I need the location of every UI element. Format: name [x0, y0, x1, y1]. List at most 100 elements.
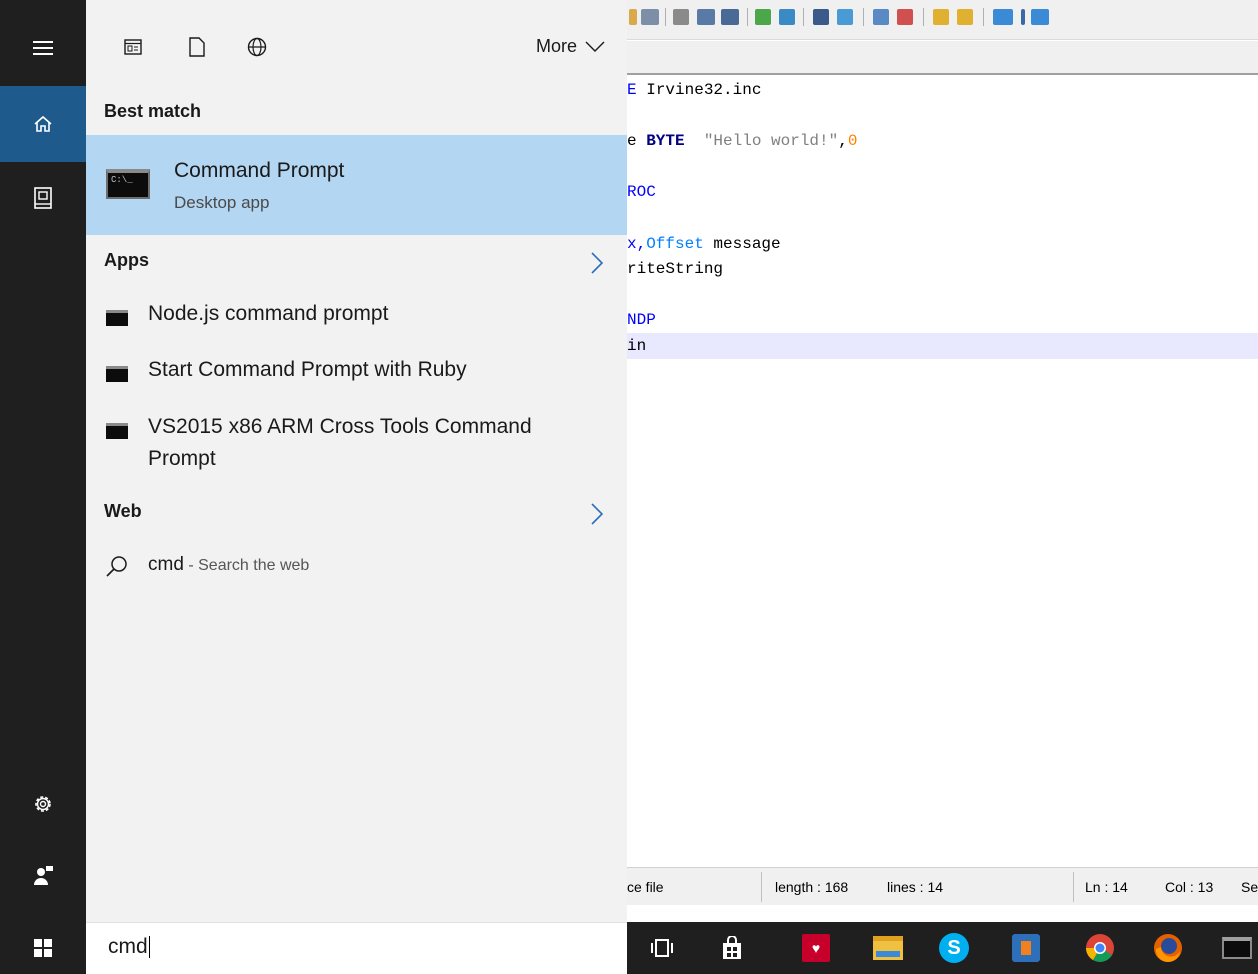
- status-lines: lines : 14: [887, 879, 944, 895]
- app-result-label: Node.js command prompt: [148, 302, 389, 325]
- best-match-result[interactable]: C:\_ Command Prompt Desktop app: [86, 135, 627, 235]
- search-icon: [106, 556, 127, 577]
- toolbar-icon[interactable]: [957, 9, 973, 25]
- notebook-button[interactable]: [0, 174, 86, 222]
- code-line[interactable]: E Irvine32.inc: [627, 77, 1258, 103]
- more-filters-dropdown[interactable]: More: [536, 36, 605, 57]
- document-icon: [189, 37, 205, 57]
- web-section-header[interactable]: Web: [86, 495, 627, 539]
- code-line[interactable]: ROC: [627, 179, 1258, 205]
- web-search-text: cmd - Search the web: [148, 554, 309, 576]
- code-token: in: [627, 337, 647, 355]
- status-file-type: ce file: [627, 879, 664, 895]
- best-match-subtitle: Desktop app: [174, 193, 270, 212]
- web-search-term: cmd: [148, 554, 184, 575]
- toolbar-separator: [665, 8, 666, 26]
- hamburger-menu-button[interactable]: [0, 24, 86, 72]
- file-explorer-button[interactable]: [862, 922, 914, 974]
- globe-icon: [247, 37, 267, 57]
- toolbar-icon[interactable]: [1031, 9, 1049, 25]
- toolbar-icon[interactable]: [697, 9, 715, 25]
- toolbar-icon[interactable]: [673, 9, 689, 25]
- toolbar-separator: [747, 8, 748, 26]
- editor-status-bar: ce file length : 168 lines : 14 Ln : 14 …: [627, 867, 1258, 905]
- code-line[interactable]: [627, 205, 1258, 231]
- app-result-label: Start Command Prompt with Ruby: [148, 358, 467, 381]
- editor-toolbar: [627, 0, 1258, 40]
- task-view-button[interactable]: [636, 922, 688, 974]
- toolbar-icon[interactable]: [873, 9, 889, 25]
- apps-section-header[interactable]: Apps: [86, 244, 627, 288]
- home-button[interactable]: [0, 86, 86, 162]
- cmd-taskbar-icon: [1222, 937, 1252, 959]
- documents-filter-button[interactable]: [186, 36, 208, 58]
- media-player-icon: [1012, 934, 1040, 962]
- toolbar-icon[interactable]: [629, 9, 637, 25]
- more-label: More: [535, 36, 577, 56]
- code-line[interactable]: [627, 103, 1258, 129]
- command-prompt-taskbar-button[interactable]: [1216, 922, 1258, 974]
- code-line[interactable]: x,Offset message: [627, 231, 1258, 257]
- apps-filter-icon: [124, 39, 142, 55]
- chevron-down-icon: [585, 41, 605, 52]
- code-token: NDP: [627, 311, 656, 330]
- app-result-item[interactable]: Node.js command prompt: [86, 298, 627, 348]
- toolbar-icon[interactable]: [933, 9, 949, 25]
- skype-button[interactable]: S: [928, 922, 980, 974]
- apps-filter-button[interactable]: [122, 36, 144, 58]
- code-line[interactable]: NDP: [627, 307, 1258, 333]
- code-line-current[interactable]: in: [627, 333, 1258, 359]
- code-line[interactable]: [627, 282, 1258, 308]
- store-button[interactable]: [706, 922, 758, 974]
- feedback-person-icon: [34, 866, 53, 885]
- background-editor-window: E Irvine32.inc e BYTE "Hello world!",0 ROC…: [627, 0, 1258, 922]
- toolbar-icon[interactable]: [837, 9, 853, 25]
- console-icon: [106, 310, 128, 326]
- toolbar-icon[interactable]: [755, 9, 771, 25]
- code-token: e: [627, 132, 647, 151]
- iheartradio-button[interactable]: ♥: [790, 922, 842, 974]
- console-icon: [106, 366, 128, 382]
- toolbar-icon[interactable]: [721, 9, 739, 25]
- toolbar-icon[interactable]: [897, 9, 913, 25]
- web-search-result[interactable]: cmd - Search the web: [86, 548, 627, 588]
- status-divider: [761, 872, 762, 902]
- code-line[interactable]: riteString: [627, 256, 1258, 282]
- console-icon: [106, 423, 128, 439]
- code-line[interactable]: e BYTE "Hello world!",0: [627, 128, 1258, 154]
- code-token: Offset: [646, 234, 704, 253]
- app-result-item[interactable]: VS2015 x86 ARM Cross Tools Command Promp…: [86, 411, 627, 481]
- status-line-number: Ln : 14: [1085, 879, 1128, 895]
- toolbar-icon[interactable]: [1021, 9, 1025, 25]
- toolbar-icon[interactable]: [641, 9, 659, 25]
- chrome-button[interactable]: [1074, 922, 1126, 974]
- notebook-icon: [34, 187, 52, 209]
- search-input[interactable]: cmd: [86, 922, 627, 974]
- text-caret: [148, 936, 150, 959]
- media-player-button[interactable]: [1000, 922, 1052, 974]
- search-query-text: cmd: [108, 935, 150, 959]
- settings-gear-icon: [35, 796, 51, 812]
- toolbar-icon[interactable]: [813, 9, 829, 25]
- toolbar-icon[interactable]: [779, 9, 795, 25]
- code-token: ROC: [627, 183, 656, 202]
- web-filter-button[interactable]: [246, 36, 268, 58]
- code-token: Irvine32.inc: [636, 81, 762, 99]
- firefox-button[interactable]: [1142, 922, 1194, 974]
- editor-tab-bar: [627, 41, 1258, 75]
- toolbar-icon[interactable]: [993, 9, 1013, 25]
- app-result-item[interactable]: Start Command Prompt with Ruby: [86, 354, 627, 404]
- apps-heading: Apps: [104, 250, 149, 270]
- code-token: message: [703, 234, 781, 253]
- code-line[interactable]: [627, 154, 1258, 180]
- firefox-icon: [1154, 934, 1182, 963]
- status-divider: [1073, 872, 1074, 902]
- code-token: E: [627, 81, 637, 99]
- start-menu-rail: [0, 0, 86, 922]
- settings-button[interactable]: [0, 780, 86, 828]
- code-area[interactable]: E Irvine32.inc e BYTE "Hello world!",0 ROC…: [627, 77, 1258, 867]
- code-token: ,: [838, 132, 848, 151]
- code-token: x,: [627, 234, 647, 253]
- feedback-button[interactable]: [0, 852, 86, 900]
